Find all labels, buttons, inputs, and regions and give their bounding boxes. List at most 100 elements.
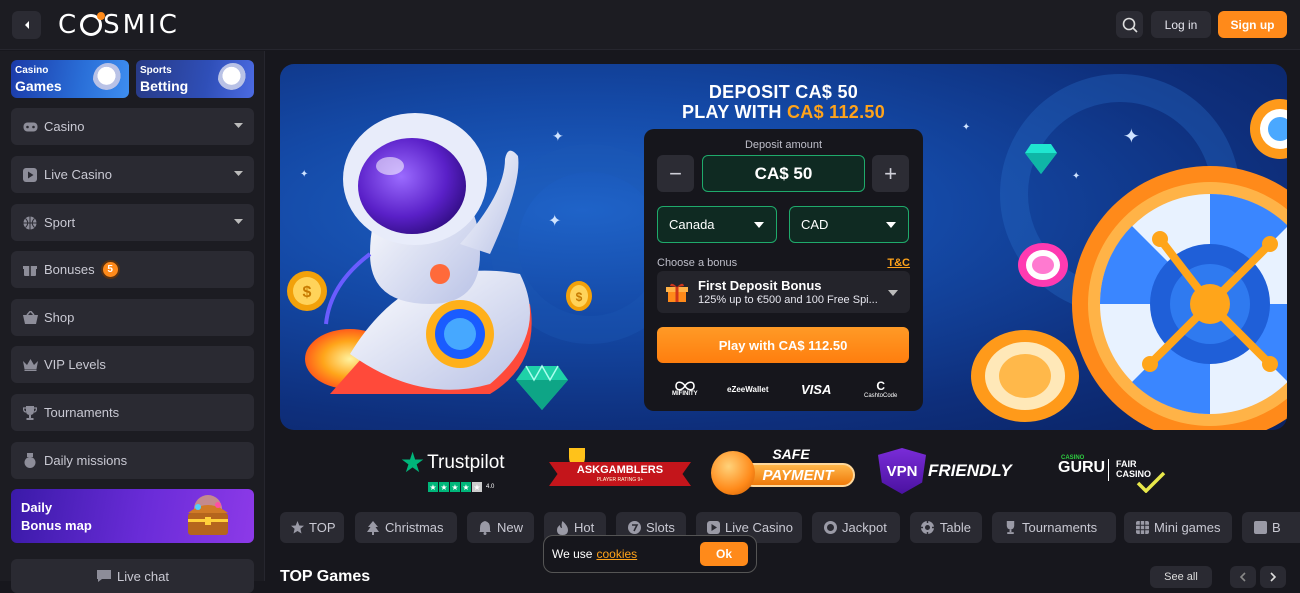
bonus-map-line2: Bonus map [21, 518, 92, 533]
login-button[interactable]: Log in [1151, 11, 1211, 38]
currency-select[interactable]: CAD [789, 206, 909, 243]
star-icon: ★ [439, 482, 449, 492]
tab-table[interactable]: Table [910, 512, 982, 543]
trustpilot-badge[interactable]: ★ Trustpilot ★ ★ ★ ★ ★ 4.0 [400, 443, 505, 495]
deposit-amount-field[interactable]: CA$ 50 [702, 155, 865, 192]
payment-name: CashtoCode [864, 393, 898, 399]
tab-overflow[interactable]: B [1242, 512, 1300, 543]
see-all-button[interactable]: See all [1150, 566, 1212, 588]
tab-label: Table [939, 520, 971, 535]
bonus-title: First Deposit Bonus [698, 278, 822, 293]
bell-icon [478, 520, 492, 535]
top-bar: C SMIC Log in Sign up [0, 0, 1300, 50]
bonus-select[interactable]: First Deposit Bonus 125% up to €500 and … [657, 271, 910, 313]
fair-label: FAIR [1116, 459, 1137, 469]
vpn-friendly-badge[interactable]: VPN FRIENDLY [878, 447, 1018, 495]
tab-label: Christmas [385, 520, 444, 535]
askgamblers-badge[interactable]: ASKGAMBLERS PLAYER RATING 9+ [549, 448, 691, 494]
askgamblers-sub: PLAYER RATING 9+ [596, 477, 644, 483]
sidebar-item-bonuses[interactable]: Bonuses 5 [11, 251, 254, 288]
decrease-amount-button[interactable]: − [657, 155, 694, 192]
tab-label: Hot [574, 520, 595, 535]
promo-small-label: Casino [15, 65, 49, 76]
tab-label: Slots [646, 520, 675, 535]
c-icon: C [876, 379, 886, 393]
tab-mini-games[interactable]: Mini games [1124, 512, 1232, 543]
friendly-label: FRIENDLY [928, 461, 1012, 480]
guru-label: GURU [1058, 459, 1106, 476]
casino-games-promo[interactable]: Casino Games [11, 60, 129, 98]
increase-amount-button[interactable]: + [872, 155, 909, 192]
grid-icon [1135, 521, 1149, 535]
daily-bonus-map-banner[interactable]: Daily Bonus map [11, 489, 254, 543]
sidebar-item-sport[interactable]: Sport [11, 204, 254, 241]
cookie-text: We use [552, 547, 593, 561]
terms-link[interactable]: T&C [887, 257, 910, 269]
safe-label: SAFE [772, 446, 810, 462]
search-button[interactable] [1116, 11, 1143, 38]
tab-label: Tournaments [1022, 520, 1098, 535]
cookie-ok-button[interactable]: Ok [700, 542, 748, 566]
payment-name: MIFINITY [672, 391, 698, 397]
trustpilot-rating: ★ ★ ★ ★ ★ 4.0 [428, 482, 505, 492]
sidebar-item-label: Tournaments [44, 405, 120, 420]
live-chat-button[interactable]: Live chat [11, 559, 254, 593]
sidebar-item-live-casino[interactable]: Live Casino [11, 156, 254, 193]
bonus-description: 125% up to €500 and 100 Free Spi... [698, 294, 878, 306]
gold-coin-icon: $ [566, 281, 592, 311]
country-select[interactable]: Canada [657, 206, 777, 243]
treasure-chest-icon [188, 495, 228, 535]
logo-orbit-icon [80, 12, 106, 36]
signup-button[interactable]: Sign up [1218, 11, 1287, 38]
scroll-left-button[interactable] [1230, 566, 1256, 588]
astronaut-icon [93, 63, 123, 95]
chevron-down-icon [234, 123, 243, 128]
payment-name: eZeeWallet [727, 384, 769, 394]
tab-label: Mini games [1154, 520, 1221, 535]
play-with-deposit-button[interactable]: Play with CA$ 112.50 [657, 327, 909, 363]
tab-top[interactable]: TOP [280, 512, 344, 543]
coin-icon [823, 521, 837, 535]
sidebar-item-casino[interactable]: Casino [11, 108, 254, 145]
visa-logo: VISA [801, 378, 831, 400]
star-icon: ★ [428, 482, 438, 492]
collapse-sidebar-button[interactable] [12, 11, 41, 39]
sidebar-item-label: Sport [44, 215, 76, 230]
choose-bonus-label: Choose a bonus [657, 257, 738, 269]
checkmark-icon [1136, 471, 1166, 493]
gem-icon [516, 364, 568, 410]
tree-icon [366, 520, 380, 535]
sidebar-item-daily-missions[interactable]: Daily missions [11, 442, 254, 479]
chevron-left-icon [24, 21, 29, 29]
casino-guru-badge[interactable]: CASINO GURU FAIR CASINO [1058, 455, 1168, 495]
section-title: TOP Games [280, 568, 371, 585]
sidebar-item-shop[interactable]: Shop [11, 299, 254, 336]
sidebar-item-vip-levels[interactable]: VIP Levels [11, 346, 254, 383]
plus-icon: + [884, 160, 897, 186]
tab-new[interactable]: New [467, 512, 534, 543]
deposit-amount-label: Deposit amount [744, 139, 823, 151]
promo-big-label: Games [15, 78, 62, 94]
caret-down-icon [754, 222, 764, 228]
gift-icon [22, 262, 38, 278]
medal-icon [22, 453, 38, 469]
chevron-down-icon [234, 219, 243, 224]
tab-christmas[interactable]: Christmas [355, 512, 457, 543]
tab-tournaments[interactable]: Tournaments [992, 512, 1116, 543]
sidebar-item-tournaments[interactable]: Tournaments [11, 394, 254, 431]
cookies-link[interactable]: cookies [596, 547, 637, 561]
cashtocode-logo: C CashtoCode [864, 378, 897, 400]
tab-jackpot[interactable]: Jackpot [812, 512, 900, 543]
sidebar-item-label: Bonuses [44, 262, 95, 277]
sports-betting-promo[interactable]: Sports Betting [136, 60, 254, 98]
cosmic-logo[interactable]: C SMIC [58, 10, 180, 40]
safe-payment-badge[interactable]: SAFE PAYMENT [711, 446, 855, 496]
seven-icon [627, 521, 641, 535]
payment-name: VISA [801, 381, 832, 397]
tab-label: B [1272, 520, 1281, 535]
deposit-panel: Deposit amount − CA$ 50 + Canada CAD Cho… [644, 129, 923, 411]
chevron-down-icon [234, 171, 243, 176]
scroll-right-button[interactable] [1260, 566, 1286, 588]
sidebar-item-label: Daily missions [44, 453, 128, 468]
country-value: Canada [669, 217, 715, 232]
